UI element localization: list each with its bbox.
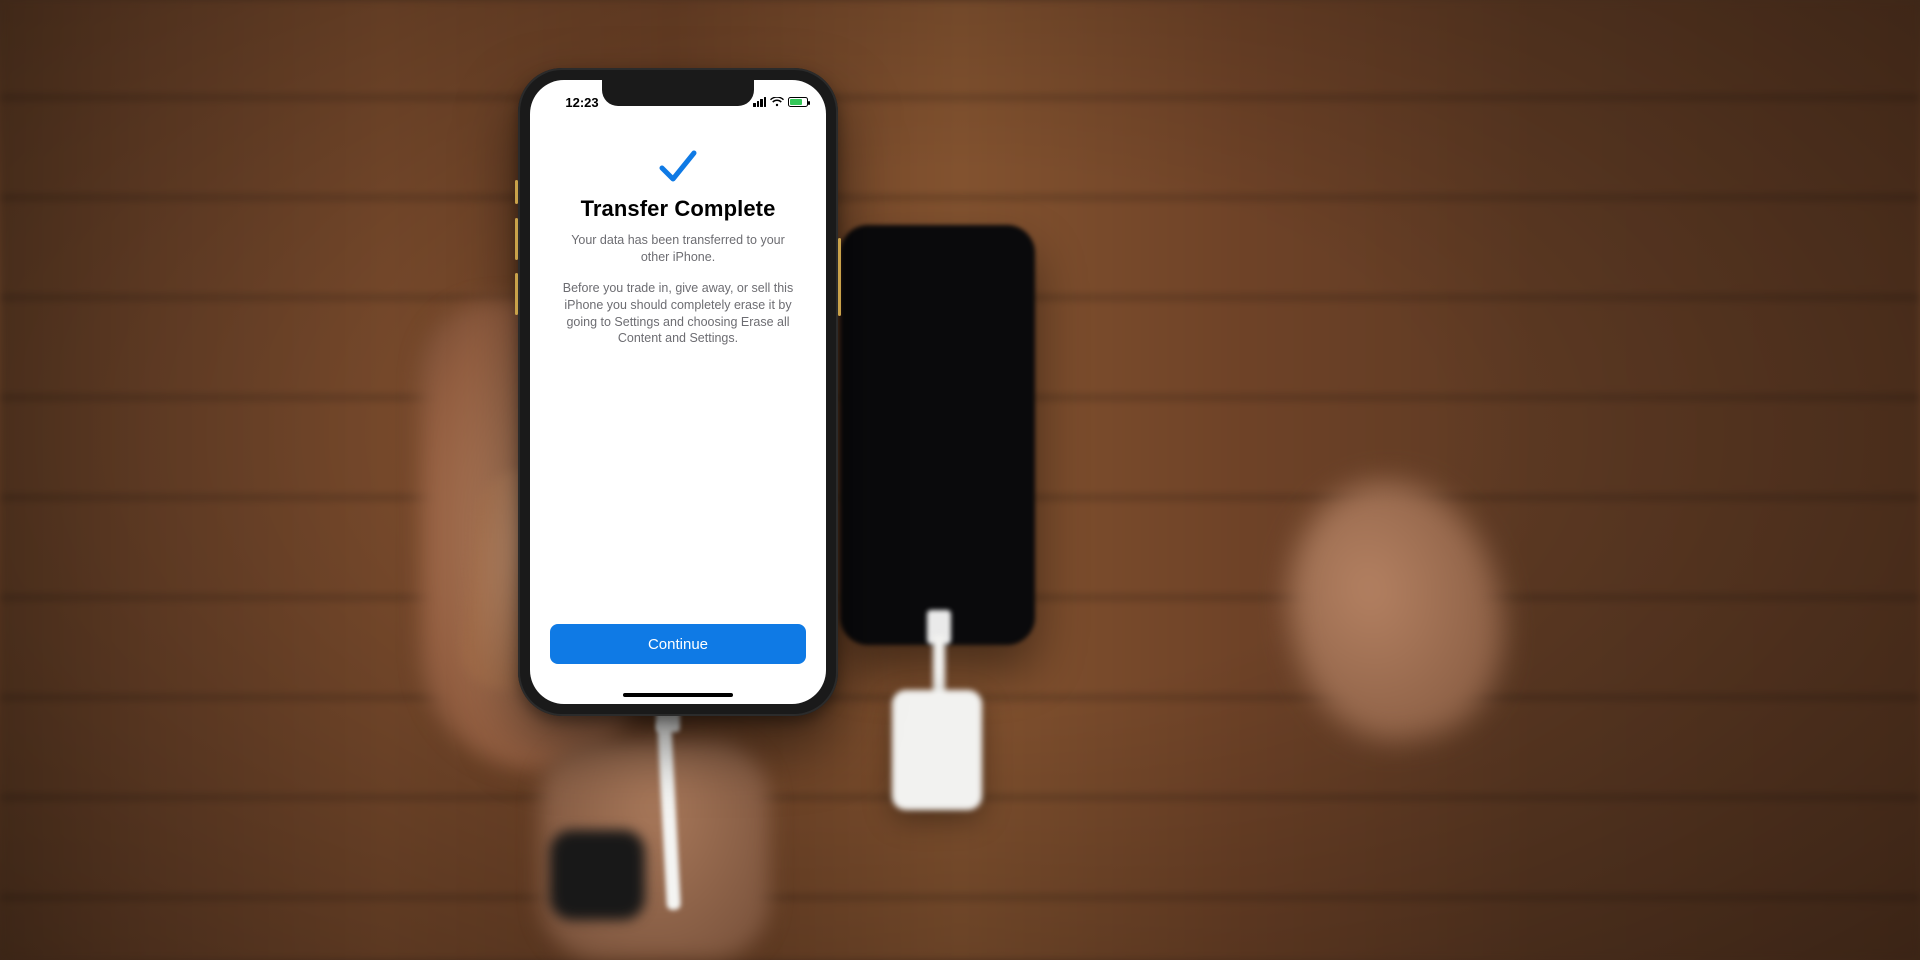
subtitle-secondary: Before you trade in, give away, or sell … <box>558 280 798 348</box>
continue-button[interactable]: Continue <box>550 624 806 664</box>
main-content: Transfer Complete Your data has been tra… <box>530 118 826 624</box>
volume-down-button <box>515 273 518 315</box>
side-button <box>838 238 841 316</box>
iphone-screen: 12:23 Transfer Complete Your data <box>530 80 826 704</box>
page-title: Transfer Complete <box>581 196 776 222</box>
cellular-signal-icon <box>753 97 766 107</box>
lightning-adapter <box>892 690 982 810</box>
wifi-icon <box>770 97 784 107</box>
secondary-iphone <box>840 225 1035 645</box>
battery-icon <box>788 97 808 107</box>
checkmark-icon <box>656 146 700 186</box>
subtitle-primary: Your data has been transferred to your o… <box>558 232 798 266</box>
battery-fill <box>790 99 802 105</box>
volume-up-button <box>515 218 518 260</box>
home-indicator[interactable] <box>623 693 733 697</box>
watch <box>550 830 645 920</box>
footer: Continue <box>530 624 826 704</box>
iphone-device-frame: 12:23 Transfer Complete Your data <box>518 68 838 716</box>
display-notch <box>602 80 754 106</box>
mute-switch <box>515 180 518 204</box>
